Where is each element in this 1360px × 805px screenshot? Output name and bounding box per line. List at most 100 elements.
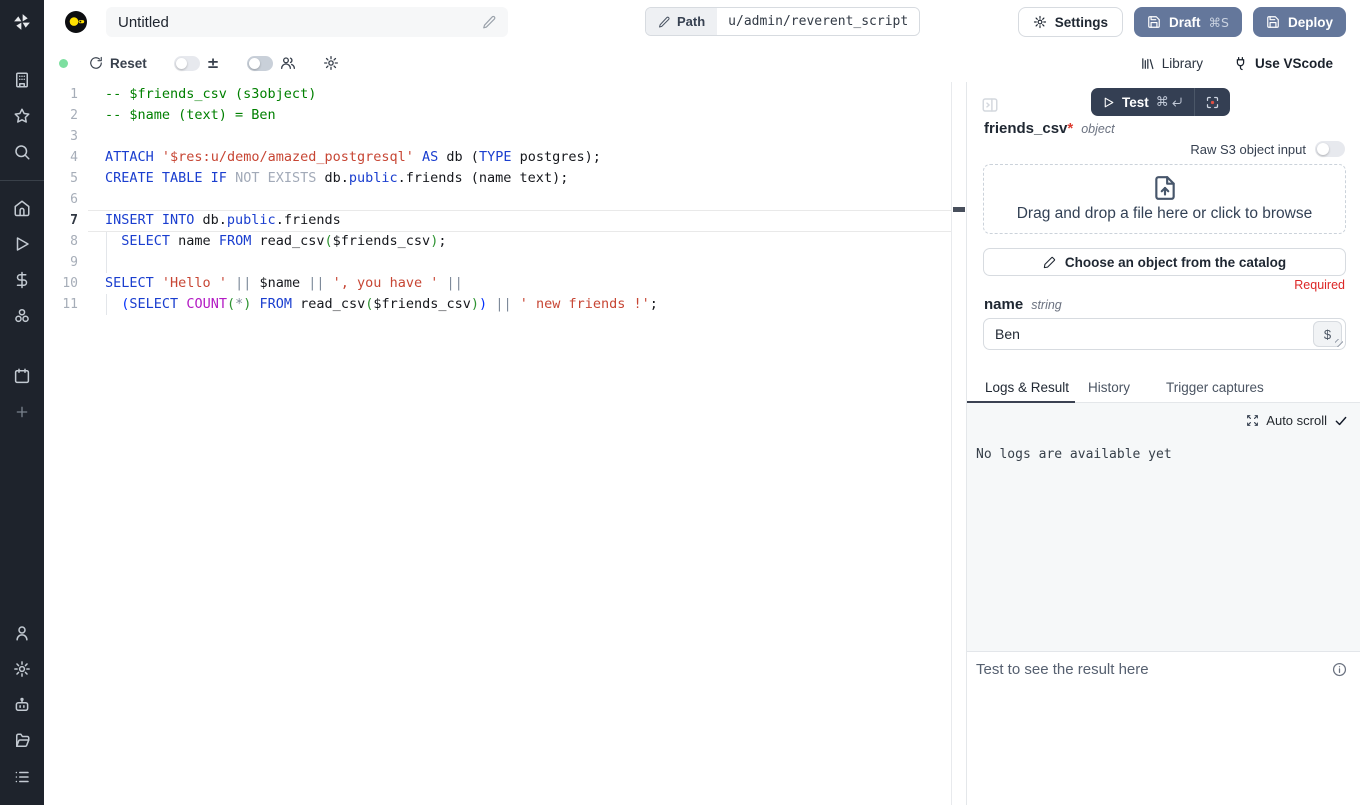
expand-icon[interactable] [1246, 414, 1259, 427]
auto-scroll-control[interactable]: Auto scroll [1246, 413, 1348, 428]
code-line-2[interactable]: 2 -- $name (text) = Ben [44, 105, 966, 126]
sidebar-item-create[interactable] [0, 394, 44, 430]
collapse-panel-icon[interactable] [981, 96, 999, 114]
sidebar-middle-group [0, 190, 44, 430]
raw-s3-toggle-label: Raw S3 object input [1190, 142, 1306, 157]
logs-section: Auto scroll No logs are available yet [967, 403, 1360, 651]
diff-mode-toggle[interactable] [174, 56, 200, 71]
input-resize-handle[interactable] [1335, 339, 1344, 348]
sidebar-item-search[interactable] [0, 134, 44, 170]
sidebar-item-ai-assistant[interactable] [0, 687, 44, 723]
sidebar-item-workspace-settings[interactable] [0, 651, 44, 687]
content-split: 1-- $friends_csv (s3object)2 -- $name (te… [44, 82, 1360, 805]
code-line-1[interactable]: 1-- $friends_csv (s3object) [44, 84, 966, 105]
result-placeholder: Test to see the result here [976, 661, 1149, 678]
draft-button[interactable]: Draft ⌘S [1134, 7, 1242, 37]
library-icon [1140, 56, 1155, 71]
tab-logs-result[interactable]: Logs & Result [985, 380, 1069, 395]
code-text: SELECT name FROM read_csv($friends_csv); [105, 231, 446, 252]
code-line-6[interactable]: 6 [44, 189, 966, 210]
info-icon[interactable] [1332, 662, 1347, 677]
capture-test-button[interactable] [1195, 95, 1230, 110]
reset-button-label: Reset [110, 56, 147, 71]
field-type: string [1031, 298, 1062, 312]
line-number: 9 [44, 252, 78, 273]
toolbar-right: Library Use VScode [1140, 56, 1333, 71]
run-preview-panel: Test ⌘ friends_csv* object Raw S3 object… [966, 82, 1360, 805]
code-line-9[interactable]: 9 [44, 252, 966, 273]
name-field-input[interactable]: Ben $ [983, 318, 1346, 350]
line-number: 1 [44, 84, 78, 105]
sidebar-item-account[interactable] [0, 615, 44, 651]
deploy-button[interactable]: Deploy [1253, 7, 1346, 37]
save-icon [1147, 15, 1161, 29]
sidebar-item-home[interactable] [0, 190, 44, 226]
code-text: -- $name (text) = Ben [105, 105, 276, 126]
settings-button[interactable]: Settings [1018, 7, 1123, 37]
required-asterisk: * [1067, 120, 1073, 137]
raw-s3-toggle-row: Raw S3 object input [1190, 141, 1345, 157]
code-text: ATTACH '$res:u/demo/amazed_postgresql' A… [105, 147, 601, 168]
library-button[interactable]: Library [1140, 56, 1203, 71]
code-editor[interactable]: 1-- $friends_csv (s3object)2 -- $name (te… [44, 82, 966, 805]
code-line-11[interactable]: 11 (SELECT COUNT(*) FROM read_csv($frien… [44, 294, 966, 315]
sidebar-item-schedules[interactable] [0, 358, 44, 394]
sidebar-item-folders[interactable] [0, 723, 44, 759]
path-value: u/admin/reverent_script [717, 8, 919, 35]
sidebar-item-audit-logs[interactable] [0, 759, 44, 795]
sidebar-item-runs[interactable] [0, 226, 44, 262]
code-line-5[interactable]: 5CREATE TABLE IF NOT EXISTS db.public.fr… [44, 168, 966, 189]
windmill-logo-icon[interactable] [0, 0, 44, 44]
indent-guide [106, 294, 107, 315]
code-line-8[interactable]: 8 SELECT name FROM read_csv($friends_csv… [44, 231, 966, 252]
line-number: 3 [44, 126, 78, 147]
logs-empty-message: No logs are available yet [976, 447, 1172, 462]
focus-capture-icon [1205, 95, 1220, 110]
test-shortcut: ⌘ [1156, 95, 1183, 110]
sidebar-item-resources[interactable] [0, 298, 44, 334]
refresh-icon [89, 56, 103, 70]
code-line-4[interactable]: 4 ATTACH '$res:u/demo/amazed_postgresql' … [44, 147, 966, 168]
tab-history[interactable]: History [1088, 380, 1130, 395]
check-icon [1334, 414, 1348, 428]
path-label-segment: Path [646, 8, 717, 35]
line-number: 2 [44, 105, 78, 126]
choose-object-catalog-button[interactable]: Choose an object from the catalog [983, 248, 1346, 276]
edit-title-pencil-icon[interactable] [482, 15, 496, 29]
file-dropzone[interactable]: Drag and drop a file here or click to br… [983, 164, 1346, 234]
sidebar-item-variables[interactable] [0, 262, 44, 298]
deploy-button-label: Deploy [1288, 15, 1333, 30]
path-button[interactable]: Path u/admin/reverent_script [645, 7, 920, 36]
reset-button[interactable]: Reset [89, 56, 147, 71]
tab-trigger-captures[interactable]: Trigger captures [1166, 380, 1264, 395]
result-section: Test to see the result here [967, 651, 1360, 805]
code-line-10[interactable]: 10SELECT 'Hello ' || $name || ', you hav… [44, 273, 966, 294]
script-title-input[interactable]: Untitled [106, 7, 508, 37]
code-line-7[interactable]: 7INSERT INTO db.public.friends [44, 210, 966, 231]
test-button[interactable]: Test ⌘ [1091, 95, 1194, 110]
auto-scroll-label: Auto scroll [1266, 413, 1327, 428]
raw-s3-toggle[interactable] [1315, 141, 1345, 157]
sidebar-item-favorites[interactable] [0, 98, 44, 134]
test-button-group: Test ⌘ [1091, 88, 1230, 116]
code-area[interactable]: 1-- $friends_csv (s3object)2 -- $name (te… [44, 82, 966, 805]
editor-settings-gear-icon[interactable] [323, 55, 339, 71]
field-label-name: name string [984, 296, 1062, 313]
catalog-button-label: Choose an object from the catalog [1065, 255, 1286, 270]
settings-button-label: Settings [1055, 15, 1108, 30]
command-key-icon: ⌘ [1156, 95, 1169, 110]
indent-guide [106, 231, 107, 252]
topbar: Untitled Path u/admin/reverent_script Se… [44, 0, 1360, 44]
draft-shortcut: ⌘S [1209, 15, 1229, 30]
diff-icon: ± [207, 54, 220, 72]
sidebar-divider [0, 180, 44, 181]
code-text: (SELECT COUNT(*) FROM read_csv($friends_… [105, 294, 658, 315]
multiplayer-toggle[interactable] [247, 56, 273, 71]
line-number: 4 [44, 147, 78, 168]
use-vscode-button[interactable]: Use VScode [1233, 56, 1333, 71]
script-title: Untitled [118, 14, 482, 31]
sidebar-item-workspace[interactable] [0, 62, 44, 98]
draft-button-label: Draft [1169, 15, 1201, 30]
code-line-3[interactable]: 3 [44, 126, 966, 147]
save-icon [1266, 15, 1280, 29]
